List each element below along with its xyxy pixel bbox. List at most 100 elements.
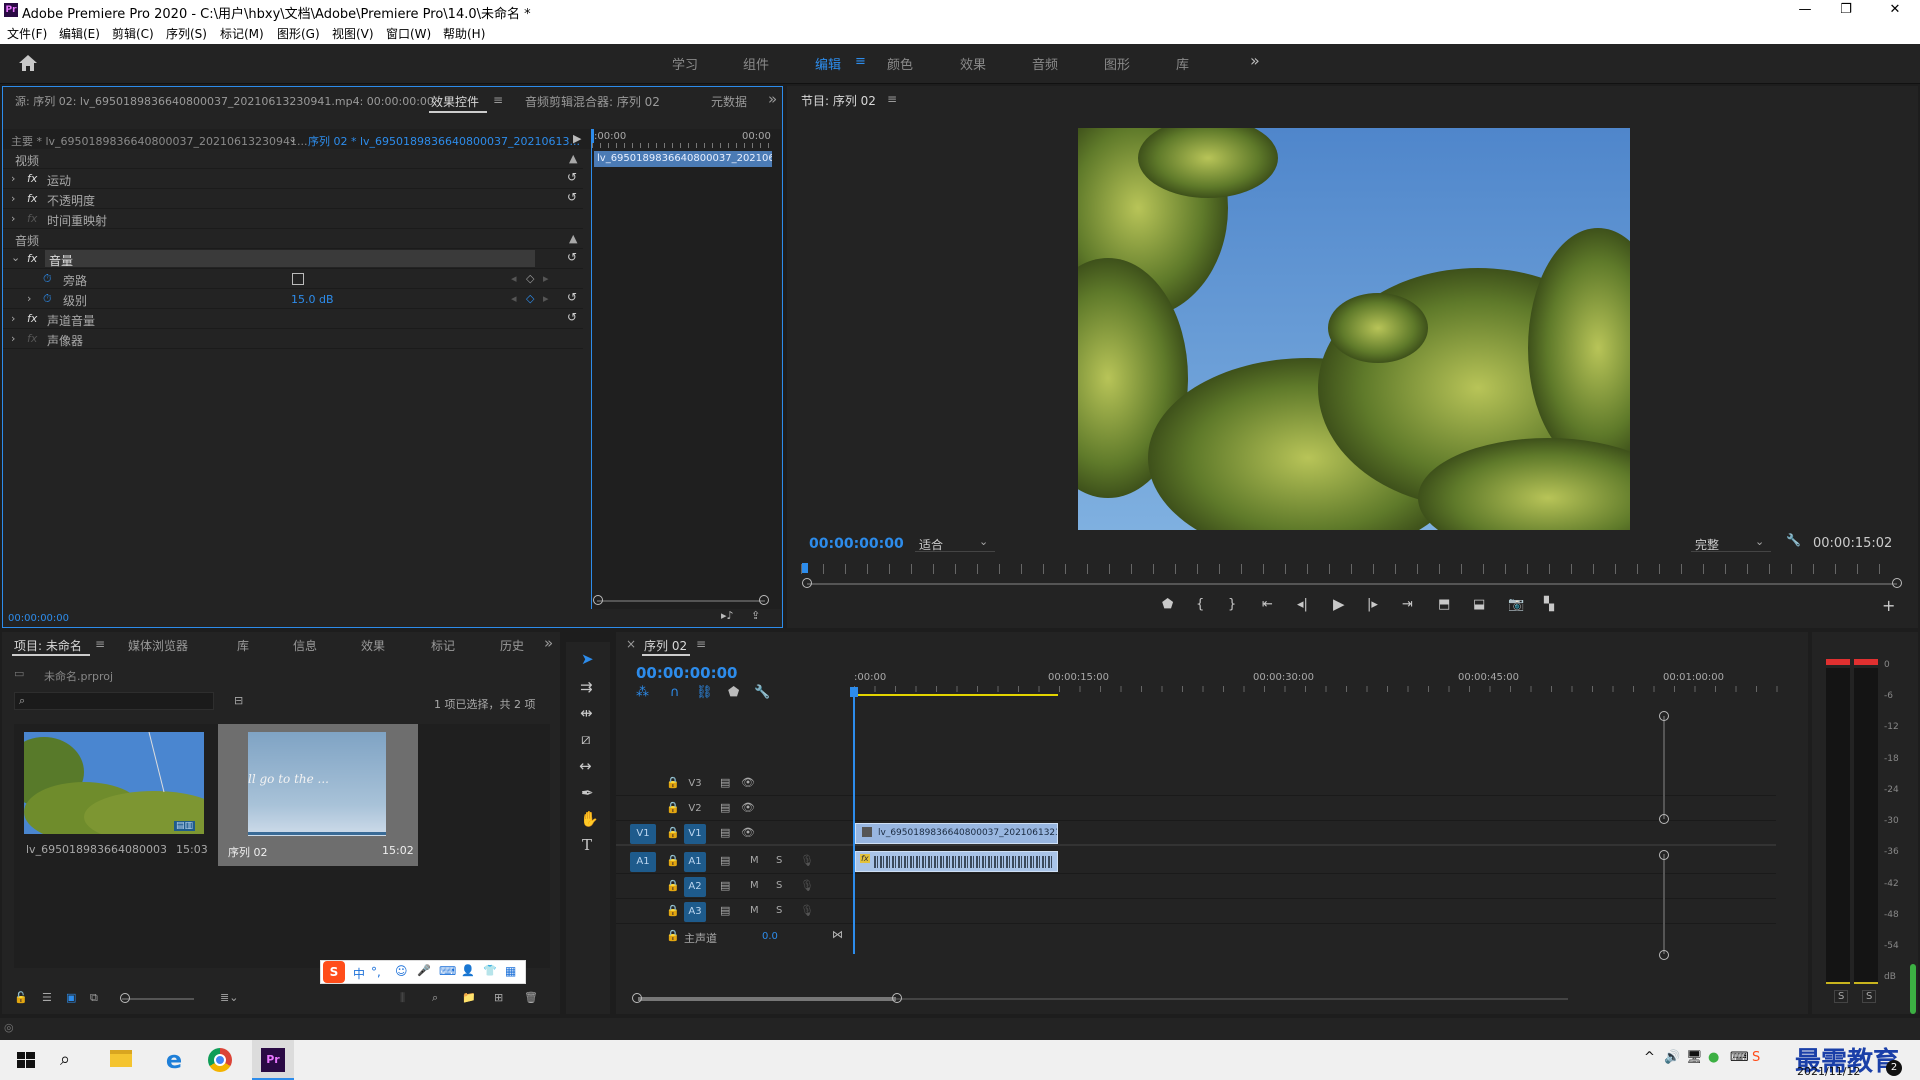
- skin-icon[interactable]: 👕: [483, 964, 497, 977]
- nest-icon[interactable]: ⁂: [636, 686, 649, 699]
- new-bin-icon[interactable]: 📁: [462, 991, 476, 1004]
- tab-project[interactable]: 项目: 未命名: [14, 637, 82, 654]
- step-back-icon[interactable]: ◂|: [1297, 598, 1308, 611]
- sogou-logo-icon[interactable]: S: [323, 961, 345, 983]
- mute-button[interactable]: M: [750, 855, 759, 866]
- project-item-sequence[interactable]: ll go to the ... 序列 02 15:02: [218, 724, 418, 866]
- zoom-handle-right[interactable]: [1892, 578, 1902, 588]
- go-to-out-icon[interactable]: ⇥: [1402, 598, 1413, 611]
- menu-edit[interactable]: 编辑(E): [59, 25, 100, 42]
- workspace-libraries[interactable]: 库: [1176, 54, 1189, 73]
- add-keyframe-icon[interactable]: ◇: [526, 272, 534, 285]
- microphone-icon[interactable]: 🎙: [800, 904, 814, 917]
- type-tool-icon[interactable]: T: [582, 838, 592, 853]
- mute-button[interactable]: M: [750, 880, 759, 891]
- expand-chevron-icon[interactable]: ›: [11, 192, 15, 205]
- video-scroll-bar[interactable]: [1663, 716, 1665, 819]
- effect-row-motion[interactable]: › fx 运动 ↺: [3, 169, 583, 189]
- icon-view-icon[interactable]: ▣: [66, 991, 76, 1004]
- wrench-icon[interactable]: 🔧: [1786, 533, 1801, 547]
- close-button[interactable]: ✕: [1885, 2, 1905, 17]
- microphone-icon[interactable]: 🎙: [800, 854, 814, 867]
- track-label[interactable]: V2: [684, 799, 706, 819]
- sogou-tray-icon[interactable]: S: [1752, 1050, 1760, 1065]
- effect-clip-bar[interactable]: lv_6950189836640800037_2021061: [594, 151, 772, 167]
- mark-in-icon[interactable]: {: [1196, 598, 1204, 611]
- program-video-frame[interactable]: [1078, 128, 1630, 530]
- ripple-edit-tool-icon[interactable]: ⇹: [580, 706, 593, 721]
- workspace-learning[interactable]: 学习: [672, 54, 698, 73]
- tab-effect-controls[interactable]: 效果控件: [431, 93, 479, 110]
- expand-chevron-icon[interactable]: ›: [11, 332, 15, 345]
- play-only-icon[interactable]: ▶: [573, 132, 581, 145]
- reset-icon[interactable]: ↺: [567, 250, 577, 264]
- step-forward-icon[interactable]: |▸: [1367, 598, 1378, 611]
- audio-clip[interactable]: fx: [855, 851, 1058, 872]
- play-audio-icon[interactable]: ▸♪: [721, 609, 734, 622]
- lift-icon[interactable]: ⬒: [1438, 598, 1450, 611]
- camera-icon[interactable]: 📷: [1508, 598, 1524, 611]
- track-select-tool-icon[interactable]: ⇉: [580, 680, 593, 695]
- razor-tool-icon[interactable]: ⧄: [581, 732, 591, 747]
- level-value[interactable]: 15.0 dB: [291, 293, 334, 306]
- solo-button[interactable]: S: [776, 880, 782, 891]
- trash-icon[interactable]: 🗑: [524, 991, 538, 1004]
- meter-solo-left[interactable]: S: [1834, 990, 1849, 1003]
- linked-selection-icon[interactable]: ⛓: [696, 686, 713, 699]
- fx-icon[interactable]: fx: [27, 192, 37, 205]
- prev-keyframe-icon[interactable]: ◂: [511, 272, 517, 285]
- list-view-icon[interactable]: ☰: [42, 991, 52, 1004]
- network-icon[interactable]: 🖥: [1686, 1050, 1703, 1065]
- tab-history[interactable]: 历史: [500, 637, 526, 654]
- track-label[interactable]: V3: [684, 774, 706, 794]
- workspace-effects[interactable]: 效果: [960, 54, 986, 73]
- project-search-input[interactable]: ⌕: [14, 692, 214, 710]
- fx-icon[interactable]: fx: [27, 172, 37, 185]
- source-patch-v1[interactable]: V1: [630, 824, 656, 844]
- new-item-icon[interactable]: ⊞: [494, 991, 503, 1004]
- tab-source[interactable]: 源: 序列 02: lv_6950189836640800037_2021061…: [15, 93, 434, 109]
- menu-markers[interactable]: 标记(M): [220, 25, 264, 42]
- timeline-zoom-range[interactable]: [638, 997, 896, 1001]
- zoom-handle-left[interactable]: [802, 578, 812, 588]
- expand-chevron-icon[interactable]: ›: [11, 212, 15, 225]
- fx-icon[interactable]: fx: [27, 252, 37, 265]
- thumbnail-size-slider[interactable]: [122, 998, 194, 1000]
- go-to-in-icon[interactable]: ⇤: [1262, 598, 1273, 611]
- keyboard-icon[interactable]: ⌨: [439, 964, 456, 978]
- program-ruler[interactable]: [801, 564, 1901, 574]
- stopwatch-icon[interactable]: ⏱: [43, 272, 52, 286]
- workspace-menu-icon[interactable]: ≡: [855, 54, 866, 69]
- program-menu-icon[interactable]: ≡: [887, 92, 897, 106]
- next-keyframe-icon[interactable]: ▸: [543, 292, 549, 305]
- pen-tool-icon[interactable]: ✒: [581, 786, 594, 801]
- user-icon[interactable]: 👤: [461, 964, 475, 977]
- notification-icon[interactable]: 2: [1886, 1060, 1902, 1076]
- button-editor-icon[interactable]: +: [1882, 596, 1895, 615]
- app-tray-icon[interactable]: ●: [1708, 1050, 1719, 1065]
- microphone-icon[interactable]: 🎙: [800, 879, 814, 892]
- menu-file[interactable]: 文件(F): [7, 25, 47, 42]
- sync-lock-icon[interactable]: ▤: [720, 879, 730, 892]
- workspace-graphics[interactable]: 图形: [1104, 54, 1130, 73]
- fit-dropdown[interactable]: 适合 ⌄: [915, 534, 995, 552]
- effect-row-opacity[interactable]: › fx 不透明度 ↺: [3, 189, 583, 209]
- track-label[interactable]: V1: [684, 824, 706, 844]
- panel-overflow-icon[interactable]: »: [544, 634, 553, 652]
- workspace-assembly[interactable]: 组件: [743, 54, 769, 73]
- workspace-overflow-icon[interactable]: »: [1250, 51, 1260, 70]
- timeline-ruler[interactable]: :00:00 00:00:15:00 00:00:30:00 00:00:45:…: [854, 672, 1794, 702]
- search-icon[interactable]: ⌕: [60, 1046, 88, 1074]
- scroll-handle-top[interactable]: [1659, 711, 1669, 721]
- snap-icon[interactable]: ∩: [670, 686, 680, 699]
- sync-lock-icon[interactable]: ▤: [720, 904, 730, 917]
- selection-tool-icon[interactable]: ➤: [581, 652, 594, 667]
- tab-libraries[interactable]: 库: [237, 637, 249, 654]
- lock-icon[interactable]: 🔒: [666, 854, 680, 867]
- toolbox-icon[interactable]: ▦: [505, 964, 516, 978]
- extract-icon[interactable]: ⬓: [1473, 598, 1485, 611]
- meter-resize-handle[interactable]: [1910, 964, 1916, 1014]
- ime-tray-icon[interactable]: ⌨: [1730, 1050, 1749, 1065]
- lock-icon[interactable]: 🔒: [666, 776, 680, 789]
- effect-row-time-remap[interactable]: › fx 时间重映射: [3, 209, 583, 229]
